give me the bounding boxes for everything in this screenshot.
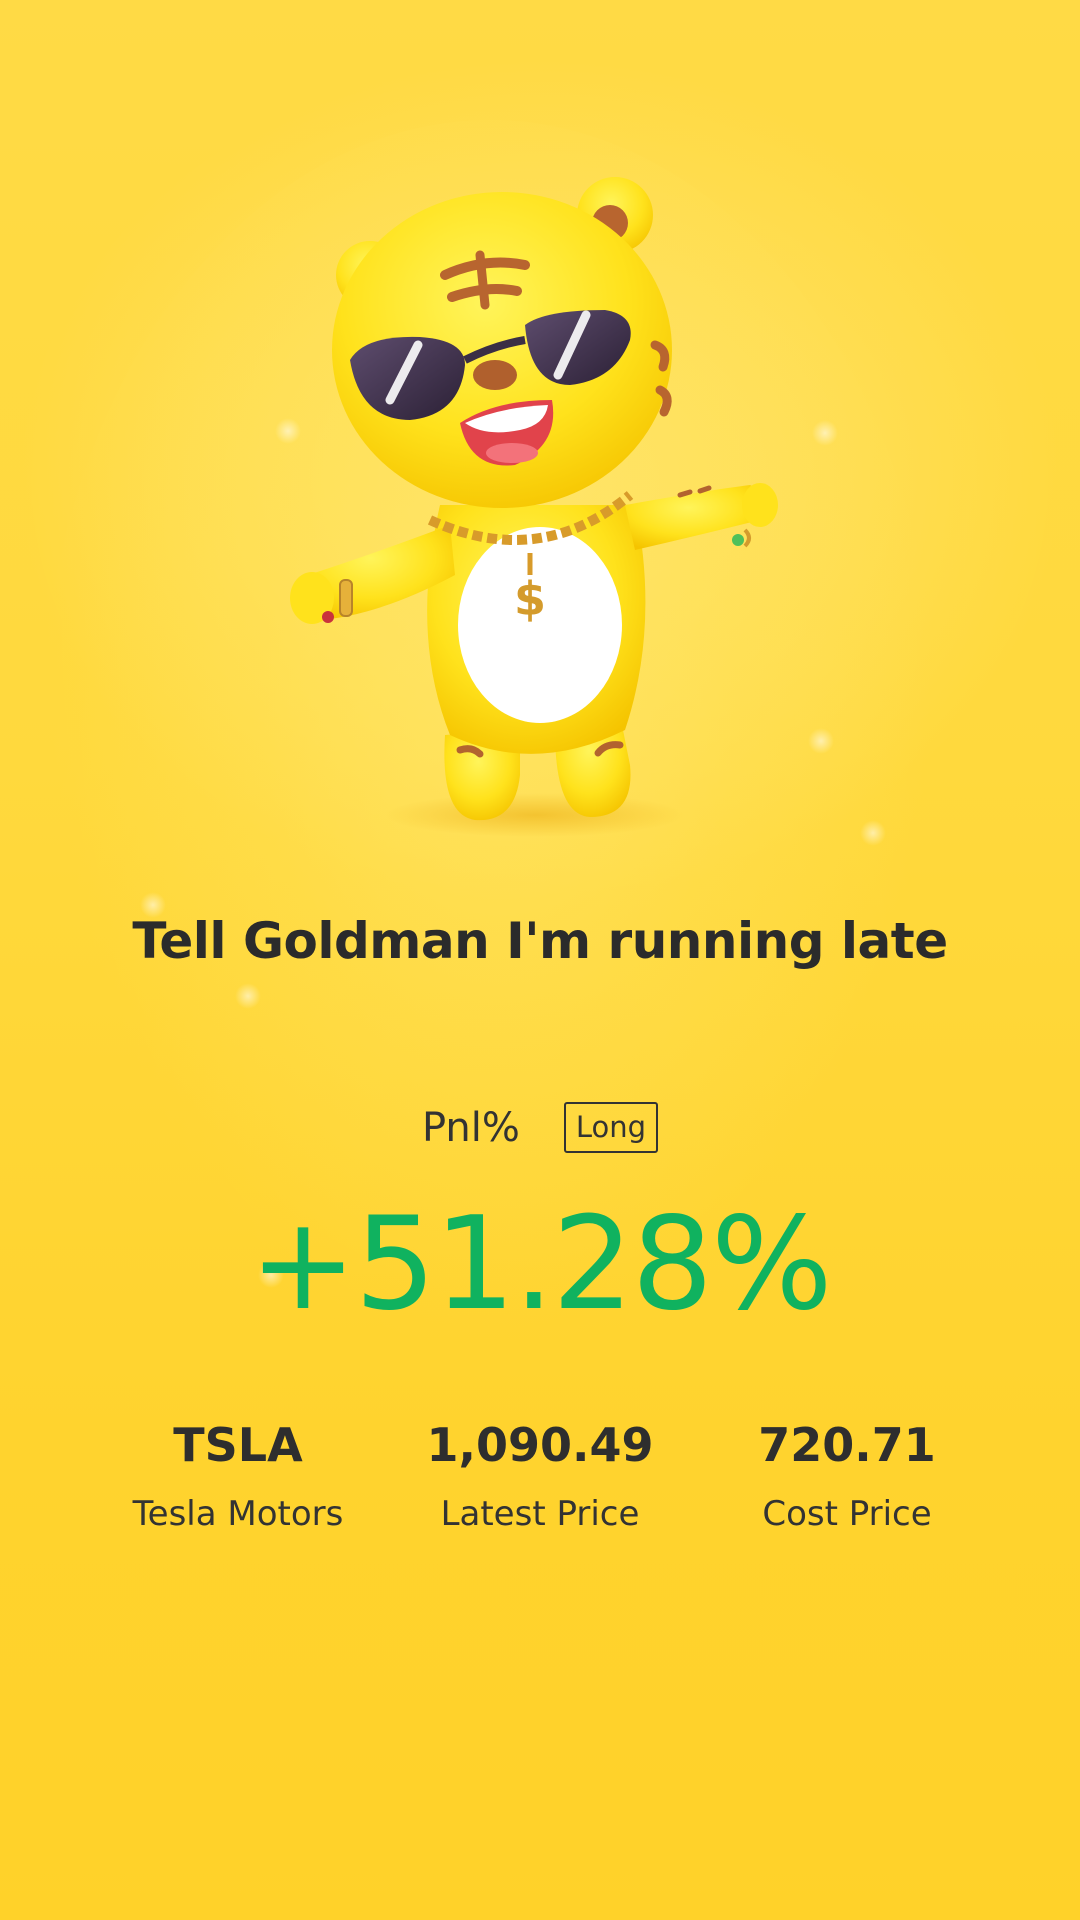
stock-symbol: TSLA	[173, 1418, 303, 1472]
pnl-row: Pnl% Long	[0, 1102, 1080, 1153]
pnl-label: Pnl%	[421, 1104, 520, 1151]
stat-symbol: TSLA Tesla Motors	[88, 1415, 388, 1539]
tiger-mascot-sunglasses-icon: $	[290, 175, 800, 855]
sparkle-decoration	[235, 983, 261, 1009]
stock-name: Tesla Motors	[132, 1494, 344, 1534]
stats-row: TSLA Tesla Motors 1,090.49 Latest Price …	[0, 1415, 1080, 1545]
sparkle-decoration	[812, 420, 838, 446]
svg-text:$: $	[514, 572, 546, 626]
position-badge: Long	[563, 1102, 659, 1153]
sparkle-decoration	[860, 820, 886, 846]
stat-cost-price: 720.71 Cost Price	[697, 1415, 997, 1539]
latest-price-value: 1,090.49	[426, 1418, 654, 1472]
pnl-value: +51.28%	[249, 1190, 832, 1339]
latest-price-label: Latest Price	[440, 1494, 640, 1534]
stat-latest-price: 1,090.49 Latest Price	[390, 1415, 690, 1539]
cost-price-value: 720.71	[758, 1418, 936, 1472]
sparkle-decoration	[808, 728, 834, 754]
headline: Tell Goldman I'm running late	[132, 912, 948, 970]
cost-price-label: Cost Price	[762, 1494, 932, 1534]
